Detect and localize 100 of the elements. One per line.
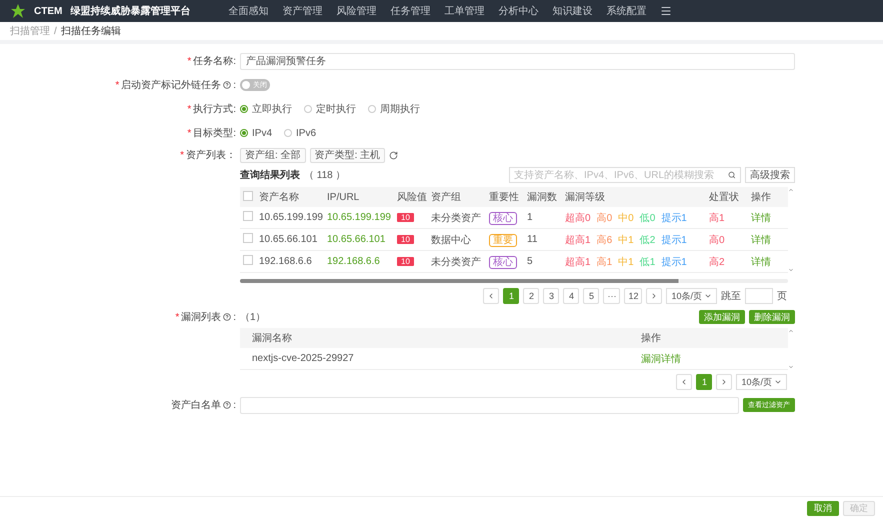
column-header: 漏洞名称	[240, 328, 638, 348]
nav-item[interactable]: 全面感知	[228, 4, 268, 18]
nav-item[interactable]: 工单管理	[444, 4, 484, 18]
nav-item[interactable]: 任务管理	[390, 4, 430, 18]
severity-count: 超高1	[565, 234, 591, 246]
column-header: 资产组	[428, 187, 486, 207]
required-mark: *	[180, 150, 184, 160]
whitelist-field[interactable]	[240, 396, 739, 414]
table-cell: 10.65.66.101	[256, 228, 324, 250]
severity-count: 高6	[596, 234, 612, 246]
help-icon	[223, 313, 232, 321]
required-mark: *	[115, 80, 120, 90]
column-header: 风险值	[394, 187, 428, 207]
next-page-button[interactable]	[716, 374, 732, 390]
radio-option[interactable]: 定时执行	[304, 102, 356, 116]
jump-page-field[interactable]	[745, 288, 773, 304]
field-label: 执行方式:	[193, 102, 236, 116]
ip-cell: 192.168.6.6	[324, 250, 394, 272]
nav-item[interactable]: 资产管理	[282, 4, 322, 18]
page-button[interactable]: ···	[603, 288, 620, 304]
severity-count: 中1	[618, 234, 634, 246]
column-header: 处置状	[706, 187, 748, 207]
breadcrumb-item: 扫描任务编辑	[60, 24, 121, 38]
field-label: 资产白名单	[171, 398, 222, 412]
table-cell: 数据中心	[428, 228, 486, 250]
radio-option[interactable]: IPv6	[284, 128, 316, 138]
page-button[interactable]: 12	[624, 288, 642, 304]
page-button[interactable]: 4	[563, 288, 580, 304]
risk-score: 10	[397, 257, 414, 266]
importance-tag: 核心	[489, 256, 517, 268]
vertical-scrollbar[interactable]	[788, 328, 794, 370]
risk-score: 10	[397, 235, 414, 244]
radio-option[interactable]: 立即执行	[240, 102, 292, 116]
severity-count: 高0	[596, 212, 612, 224]
menu-icon[interactable]	[660, 5, 672, 17]
label-colon: :	[233, 80, 236, 90]
filter-tag: 资产类型: 主机	[310, 148, 386, 163]
horizontal-scrollbar[interactable]	[240, 277, 788, 284]
page-size-select[interactable]: 10条/页	[666, 288, 717, 304]
previous-page-button[interactable]	[483, 288, 500, 304]
nav-item[interactable]: 系统配置	[606, 4, 646, 18]
field-label: 任务名称:	[193, 55, 236, 68]
table-cell: 1	[524, 207, 562, 228]
table-cell: 未分类资产	[428, 250, 486, 272]
table-cell: 192.168.6.6	[256, 250, 324, 272]
page-button[interactable]: 5	[583, 288, 600, 304]
logo-text: CTEM	[34, 6, 62, 16]
severity-count: 提示1	[661, 256, 687, 268]
nav-item[interactable]: 分析中心	[498, 4, 538, 18]
nav-item[interactable]: 风险管理	[336, 4, 376, 18]
radio-option[interactable]: IPv4	[240, 128, 272, 138]
required-mark: *	[187, 104, 192, 114]
jump-suffix: 页	[777, 290, 787, 303]
refresh-icon[interactable]	[389, 151, 398, 160]
field-label: 目标类型:	[193, 126, 236, 140]
table-cell: 高2	[706, 250, 748, 272]
previous-page-button[interactable]	[676, 374, 692, 390]
help-icon	[223, 401, 232, 409]
chevron-up-icon	[788, 187, 794, 193]
table-cell: 未分类资产	[428, 207, 486, 228]
field-label: 启动资产标记外链任务	[121, 78, 222, 92]
risk-score: 10	[397, 213, 414, 222]
app-title: 绿盟持续威胁暴露管理平台	[70, 4, 190, 18]
table-cell: 高0	[706, 228, 748, 250]
advanced-search-button[interactable]: 高级搜索	[745, 167, 795, 183]
column-header: 资产名称	[256, 187, 324, 207]
page-button[interactable]: 2	[523, 288, 540, 304]
ip-cell: 10.65.66.101	[324, 228, 394, 250]
checkbox[interactable]	[243, 190, 253, 200]
chevron-down-icon	[788, 267, 794, 273]
page-size-select[interactable]: 10条/页	[736, 374, 787, 390]
table-cell: nextjs-cve-2025-29927	[240, 348, 638, 370]
radio-option[interactable]: 周期执行	[368, 102, 420, 116]
table-cell: 5	[524, 250, 562, 272]
results-count: （ 118 ）	[304, 169, 346, 182]
required-mark: *	[175, 312, 180, 322]
column-header: 操作	[748, 187, 788, 207]
checkbox[interactable]	[243, 211, 253, 221]
chevron-down-icon	[788, 364, 794, 370]
severity-count: 低2	[640, 234, 656, 246]
severity-count: 超高1	[565, 256, 591, 268]
required-mark: *	[187, 56, 192, 66]
checkbox[interactable]	[243, 255, 253, 265]
next-page-button[interactable]	[646, 288, 662, 304]
nav-item[interactable]: 知识建设	[552, 4, 592, 18]
checkbox[interactable]	[243, 233, 253, 243]
filter-tag: 资产组: 全部	[240, 148, 306, 163]
severity-count: 提示1	[661, 234, 687, 246]
search-icon	[728, 171, 736, 179]
task-name-field[interactable]: 产品漏洞预警任务	[240, 52, 795, 70]
required-mark: *	[187, 128, 192, 138]
label-colon: :	[233, 312, 236, 322]
table-cell: 10.65.199.199	[256, 207, 324, 228]
severity-count: 高1	[596, 256, 612, 268]
help-icon	[223, 81, 232, 89]
vulnerability-count: （1）	[240, 311, 266, 324]
vertical-scrollbar[interactable]	[788, 187, 794, 273]
star-logo-icon	[10, 3, 26, 19]
page-button[interactable]: 3	[543, 288, 560, 304]
column-header: 操作	[638, 328, 788, 348]
